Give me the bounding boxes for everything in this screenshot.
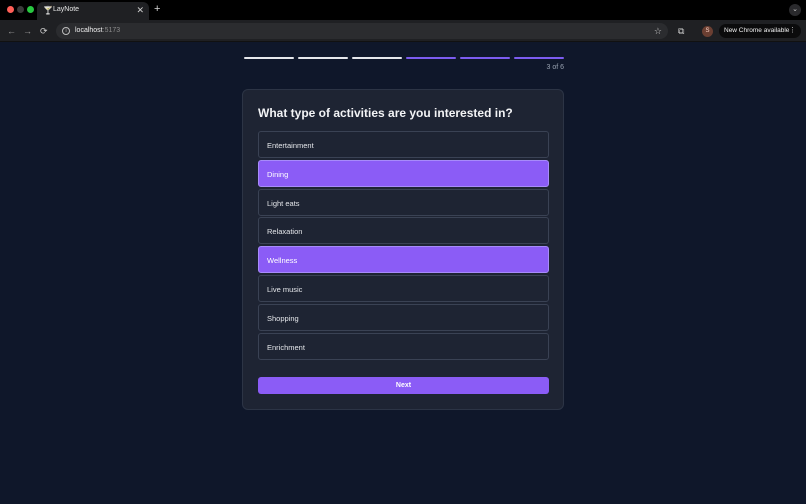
extensions-icon[interactable]: ⧉: [678, 25, 684, 37]
browser-toolbar: ← → ⟳ i localhost:5173 ☆ ⧉ S New Chrome …: [0, 20, 806, 42]
site-info-icon[interactable]: i: [62, 27, 70, 35]
address-bar[interactable]: i localhost:5173 ☆: [56, 23, 668, 39]
option-live-music[interactable]: Live music: [258, 274, 549, 302]
tab-title: LayNote: [53, 6, 80, 13]
update-label: New Chrome available: [724, 27, 790, 34]
close-icon[interactable]: ✕: [136, 5, 144, 15]
option-label: Enrichment: [267, 342, 305, 352]
question-title: What type of activities are you interest…: [258, 106, 513, 120]
option-light-eats[interactable]: Light eats: [258, 188, 549, 216]
option-label: Live music: [267, 284, 303, 294]
step-progress-bar: [244, 57, 565, 60]
progress-segment: [297, 57, 349, 59]
next-button[interactable]: Next: [258, 377, 549, 394]
option-label: Shopping: [267, 313, 299, 323]
reload-icon[interactable]: ⟳: [40, 25, 48, 37]
browser-tab[interactable]: 🍸 LayNote ✕: [37, 2, 149, 20]
kebab-menu-icon[interactable]: ⋮: [789, 24, 796, 38]
option-label: Relaxation: [267, 227, 303, 237]
progress-segment: [244, 57, 295, 59]
option-dining[interactable]: Dining: [258, 159, 549, 187]
progress-segment: [351, 57, 403, 59]
option-label: Dining: [267, 169, 289, 179]
progress-segment: [405, 57, 457, 59]
profile-avatar[interactable]: S: [702, 26, 713, 37]
back-arrow-icon[interactable]: ←: [7, 25, 16, 37]
options-list: Entertainment Dining Light eats Relaxation W…: [258, 131, 550, 361]
progress-segment: [513, 57, 565, 59]
progress-segment: [459, 57, 511, 59]
chevron-down-icon[interactable]: ⌄: [789, 4, 801, 16]
option-relaxation[interactable]: Relaxation: [258, 217, 549, 245]
chrome-update-button[interactable]: New Chrome available ⋮: [719, 24, 801, 38]
option-entertainment[interactable]: Entertainment: [258, 131, 549, 158]
browser-tab-bar: 🍸 LayNote ✕ + ⌄: [0, 0, 806, 20]
option-wellness[interactable]: Wellness: [258, 246, 549, 274]
option-shopping[interactable]: Shopping: [258, 303, 549, 331]
window-close-button[interactable]: [7, 6, 14, 13]
window-minimize-button[interactable]: [17, 6, 24, 13]
option-label: Wellness: [267, 256, 298, 266]
question-card: What type of activities are you interest…: [242, 89, 564, 410]
option-enrichment[interactable]: Enrichment: [258, 332, 549, 360]
step-counter: 3 of 6: [546, 64, 564, 71]
window-maximize-button[interactable]: [27, 6, 34, 13]
new-tab-button[interactable]: +: [154, 3, 160, 15]
cocktail-icon: 🍸: [43, 6, 53, 15]
url-text[interactable]: localhost:5173: [75, 26, 120, 36]
forward-arrow-icon[interactable]: →: [23, 25, 32, 37]
option-label: Light eats: [267, 198, 300, 208]
bookmark-star-icon[interactable]: ☆: [654, 25, 662, 37]
option-label: Entertainment: [267, 141, 314, 150]
